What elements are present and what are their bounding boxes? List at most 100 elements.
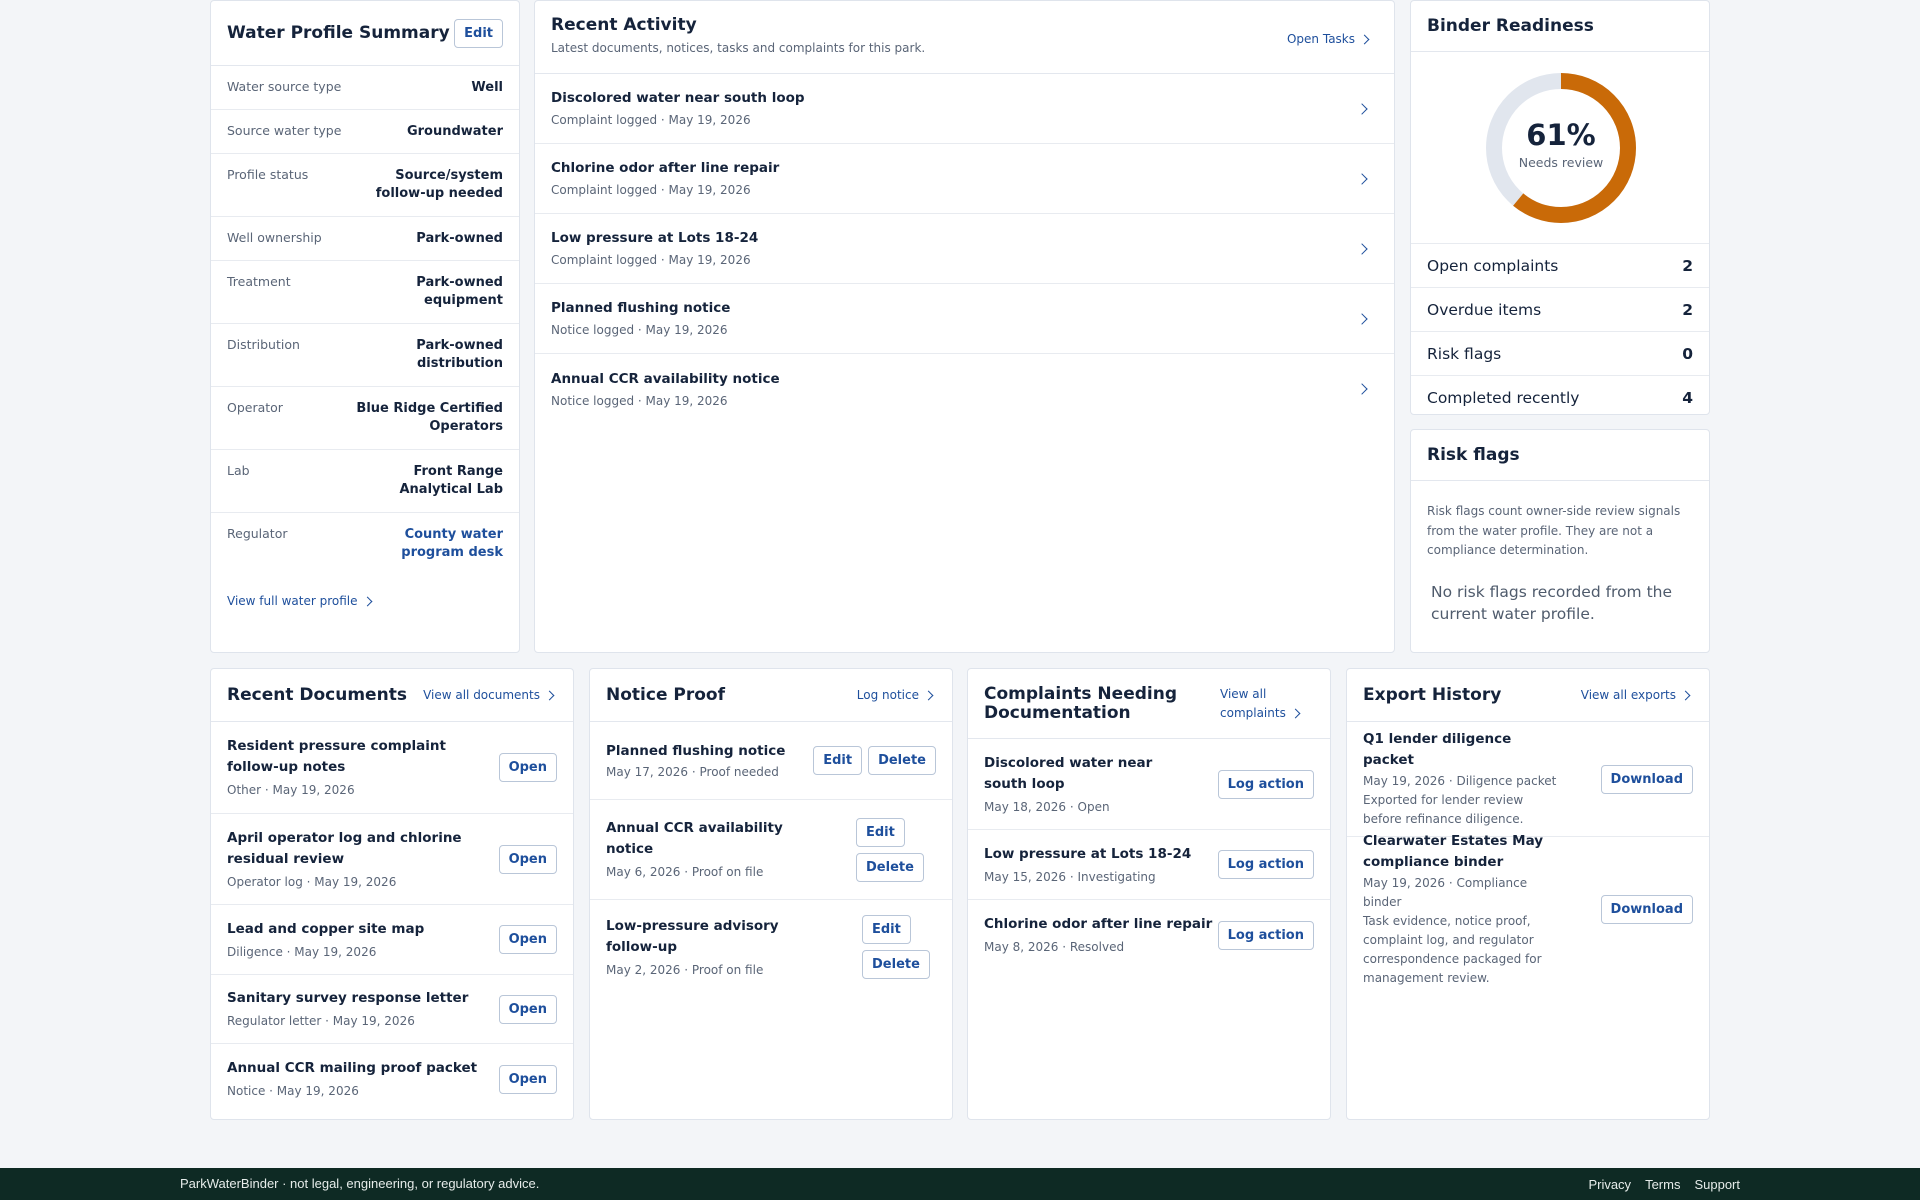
- activity-item[interactable]: Chlorine odor after line repair Complaint…: [535, 144, 1394, 214]
- view-all-documents-link[interactable]: View all documents: [423, 688, 555, 702]
- view-full-profile-label: View full water profile: [227, 594, 358, 608]
- complaints-title: Complaints Needing Documentation: [984, 683, 1177, 723]
- export-description: Exported for lender review before refina…: [1363, 793, 1524, 826]
- open-tasks-link[interactable]: Open Tasks: [1286, 32, 1370, 46]
- stat-value: 2: [1682, 300, 1693, 319]
- document-item: Annual CCR mailing proof packet Notice · …: [211, 1044, 573, 1114]
- log-action-button[interactable]: Log action: [1217, 920, 1314, 950]
- activity-meta: Notice logged · May 19, 2026: [551, 393, 728, 408]
- activity-item[interactable]: Low pressure at Lots 18-24 Complaint logg…: [535, 214, 1394, 284]
- document-title: April operator log and chlorine residual…: [227, 829, 462, 867]
- document-item: April operator log and chlorine residual…: [211, 814, 573, 905]
- stat-completed-recently: Completed recently 4: [1411, 376, 1709, 414]
- chevron-right-icon: [923, 690, 934, 700]
- export-description: Task evidence, notice proof, complaint l…: [1363, 913, 1542, 985]
- complaint-title: Chlorine odor after line repair: [984, 916, 1213, 932]
- recent-activity-title: Recent Activity: [551, 15, 697, 35]
- profile-row: Distribution Park-owned distribution: [211, 324, 519, 387]
- complaint-item: Discolored water near south loop May 18, …: [968, 739, 1330, 830]
- profile-key: Operator: [227, 400, 283, 415]
- recent-activity-card: Recent Activity Latest documents, notice…: [534, 0, 1395, 653]
- activity-item[interactable]: Annual CCR availability notice Notice log…: [535, 354, 1394, 424]
- chevron-right-icon: [362, 596, 372, 606]
- notice-item: Annual CCR availability notice May 6, 202…: [590, 800, 952, 900]
- binder-header: Binder Readiness: [1411, 1, 1709, 52]
- activity-meta: Complaint logged · May 19, 2026: [551, 183, 751, 197]
- view-all-complaints-link[interactable]: View all complaints: [1220, 685, 1310, 723]
- binder-readiness-card: Binder Readiness 61% Needs review Open c…: [1410, 0, 1710, 415]
- recent-documents-card: Recent Documents View all documents Resi…: [210, 668, 574, 1120]
- log-action-button[interactable]: Log action: [1217, 850, 1314, 879]
- profile-key: Source water type: [227, 123, 342, 138]
- open-document-button[interactable]: Open: [498, 753, 557, 782]
- activity-title: Planned flushing notice: [551, 300, 731, 316]
- view-all-exports-label: View all exports: [1580, 688, 1676, 702]
- stat-value: 4: [1682, 389, 1693, 407]
- stat-overdue-items: Overdue items 2: [1411, 288, 1709, 332]
- privacy-link[interactable]: Privacy: [1588, 1177, 1631, 1192]
- open-tasks-label: Open Tasks: [1286, 32, 1355, 46]
- risk-flags-header: Risk flags: [1411, 430, 1709, 481]
- notice-proof-header: Notice Proof Log notice: [590, 669, 952, 722]
- delete-notice-button[interactable]: Delete: [862, 950, 930, 979]
- profile-key: Regulator: [227, 526, 288, 541]
- delete-notice-button[interactable]: Delete: [856, 852, 924, 882]
- profile-value: Source/system follow-up needed: [375, 168, 503, 201]
- open-document-button[interactable]: Open: [498, 1064, 557, 1094]
- edit-notice-button[interactable]: Edit: [856, 817, 905, 847]
- log-notice-link[interactable]: Log notice: [857, 688, 934, 702]
- export-meta: May 19, 2026 · Compliance binder: [1363, 875, 1528, 909]
- document-meta: Other · May 19, 2026: [227, 783, 355, 797]
- profile-row: Lab Front Range Analytical Lab: [211, 450, 519, 513]
- document-meta: Operator log · May 19, 2026: [227, 874, 397, 889]
- open-document-button[interactable]: Open: [498, 994, 557, 1024]
- complaint-title: Low pressure at Lots 18-24: [984, 845, 1192, 862]
- risk-flags-title: Risk flags: [1427, 445, 1520, 465]
- profile-row: Water source type Well: [211, 66, 519, 110]
- complaints-card: Complaints Needing Documentation View al…: [967, 668, 1331, 1120]
- recent-activity-subtitle: Latest documents, notices, tasks and com…: [551, 41, 926, 55]
- delete-notice-button[interactable]: Delete: [868, 746, 936, 775]
- profile-key: Lab: [227, 463, 250, 478]
- complaints-header: Complaints Needing Documentation View al…: [968, 669, 1330, 739]
- profile-row: Treatment Park-owned equipment: [211, 261, 519, 324]
- profile-row: Well ownership Park-owned: [211, 217, 519, 261]
- log-action-button[interactable]: Log action: [1217, 769, 1314, 799]
- readiness-status: Needs review: [1518, 155, 1604, 170]
- view-all-exports-link[interactable]: View all exports: [1580, 688, 1691, 702]
- profile-row: Profile status Source/system follow-up ne…: [211, 154, 519, 217]
- export-title: Q1 lender diligence packet: [1363, 731, 1512, 768]
- complaint-meta: May 18, 2026 · Open: [984, 799, 1110, 814]
- notice-meta: May 17, 2026 · Proof needed: [606, 764, 779, 779]
- recent-documents-header: Recent Documents View all documents: [211, 669, 573, 722]
- edit-notice-button[interactable]: Edit: [862, 915, 911, 944]
- stat-value: 0: [1682, 344, 1693, 363]
- edit-profile-button[interactable]: Edit: [454, 18, 503, 48]
- open-document-button[interactable]: Open: [498, 925, 557, 954]
- regulator-link[interactable]: County water program desk: [393, 526, 503, 566]
- download-export-button[interactable]: Download: [1600, 764, 1693, 794]
- activity-title: Low pressure at Lots 18-24: [551, 230, 759, 246]
- notice-meta: May 6, 2026 · Proof on file: [606, 865, 764, 879]
- terms-link[interactable]: Terms: [1645, 1177, 1680, 1192]
- document-item: Sanitary survey response letter Regulator…: [211, 975, 573, 1044]
- support-link[interactable]: Support: [1694, 1177, 1740, 1192]
- view-full-profile-link[interactable]: View full water profile: [227, 594, 372, 608]
- edit-notice-button[interactable]: Edit: [813, 746, 863, 775]
- activity-item[interactable]: Planned flushing notice Notice logged · M…: [535, 284, 1394, 354]
- activity-list: Discolored water near south loop Complain…: [535, 74, 1394, 424]
- activity-item[interactable]: Discolored water near south loop Complain…: [535, 74, 1394, 144]
- notice-title: Annual CCR availability notice: [606, 820, 783, 857]
- notice-proof-title: Notice Proof: [606, 685, 725, 705]
- profile-key: Profile status: [227, 167, 309, 182]
- view-all-complaints-label: View all complaints: [1220, 685, 1310, 723]
- readiness-percent: 61%: [1526, 118, 1596, 152]
- activity-meta: Complaint logged · May 19, 2026: [551, 253, 751, 267]
- notice-item: Low-pressure advisory follow-up May 2, 20…: [590, 900, 952, 994]
- download-export-button[interactable]: Download: [1600, 894, 1693, 924]
- water-profile-card: Water Profile Summary Edit Water source …: [210, 0, 520, 653]
- risk-flags-card: Risk flags Risk flags count owner-side r…: [1410, 429, 1710, 653]
- open-document-button[interactable]: Open: [498, 844, 557, 874]
- export-history-header: Export History View all exports: [1347, 669, 1709, 722]
- risk-flags-description: Risk flags count owner-side review signa…: [1427, 504, 1681, 557]
